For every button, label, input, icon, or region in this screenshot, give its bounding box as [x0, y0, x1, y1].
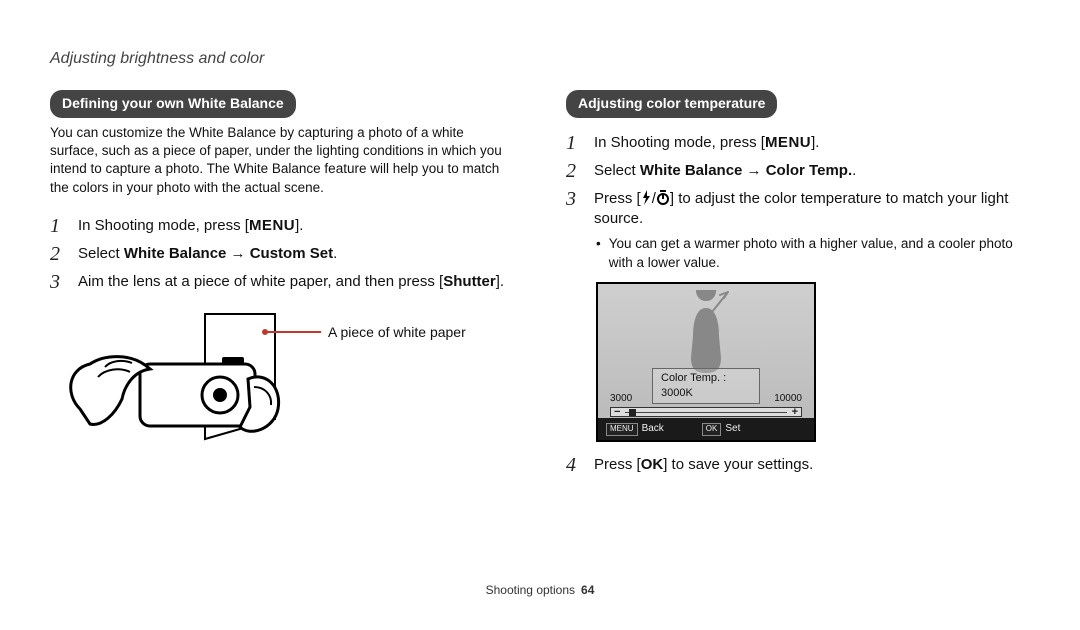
lcd-max: 10000 — [774, 392, 802, 406]
leader-line — [265, 331, 321, 333]
step-number: 3 — [566, 188, 584, 210]
lcd-min: 3000 — [610, 392, 632, 406]
text: Select — [78, 245, 124, 262]
illustration-svg — [50, 309, 290, 459]
step-body: In Shooting mode, press [MENU]. — [78, 215, 514, 236]
bold-text: White Balance → Custom Set — [124, 245, 333, 262]
text: In Shooting mode, press [ — [594, 134, 765, 151]
text: ]. — [811, 134, 819, 151]
text: . — [333, 245, 337, 262]
text: Select — [594, 162, 640, 179]
lcd-bar: − + — [610, 407, 802, 417]
step-number: 1 — [566, 132, 584, 154]
right-column: Adjusting color temperature 1 In Shootin… — [566, 90, 1030, 482]
lcd-track — [625, 412, 787, 413]
bullet-text: You can get a warmer photo with a higher… — [609, 235, 1030, 271]
intro-text: You can customize the White Balance by c… — [50, 124, 514, 197]
ok-tag-icon: OK — [702, 423, 722, 436]
text: ] to save your settings. — [663, 456, 813, 473]
lcd-back: MENU Back — [606, 422, 664, 436]
text: In Shooting mode, press [ — [78, 217, 249, 234]
text: Aim the lens at a piece of white paper, … — [78, 273, 443, 290]
step-body: Press [/] to adjust the color temperatur… — [594, 188, 1030, 230]
right-step-3: 3 Press [/] to adjust the color temperat… — [566, 188, 1030, 230]
silhouette-icon — [666, 290, 746, 374]
bold-text: Shutter — [443, 273, 496, 290]
page-number: 64 — [581, 583, 594, 597]
step-number: 2 — [566, 160, 584, 182]
step-number: 1 — [50, 215, 68, 237]
menu-icon: MENU — [249, 216, 295, 236]
right-step-4: 4 Press [OK] to save your settings. — [566, 454, 1030, 476]
lcd-set: OKSet — [702, 422, 741, 436]
text: Press [ — [594, 456, 641, 473]
text: . — [852, 162, 856, 179]
lcd-footer: MENU Back OKSet — [598, 418, 814, 440]
columns: Defining your own White Balance You can … — [50, 90, 1030, 482]
menu-icon: MENU — [765, 133, 811, 153]
lcd-ticks: 3000 10000 — [610, 392, 802, 406]
step-number: 2 — [50, 243, 68, 265]
text: Press [ — [594, 190, 641, 207]
pill-color-temp: Adjusting color temperature — [566, 90, 777, 118]
lcd-thumb — [629, 409, 636, 416]
step-body: Select White Balance → Color Temp.. — [594, 160, 1030, 181]
footer-section: Shooting options — [486, 583, 575, 597]
lcd-back-label: Back — [642, 423, 664, 434]
lcd-slider: 3000 10000 − + — [610, 392, 802, 418]
step-body: In Shooting mode, press [MENU]. — [594, 132, 1030, 153]
left-column: Defining your own White Balance You can … — [50, 90, 514, 482]
left-step-1: 1 In Shooting mode, press [MENU]. — [50, 215, 514, 237]
sub-bullet: • You can get a warmer photo with a high… — [596, 235, 1030, 271]
step-body: Aim the lens at a piece of white paper, … — [78, 271, 514, 292]
timer-icon — [656, 190, 670, 207]
menu-tag-icon: MENU — [606, 423, 638, 436]
flash-icon — [641, 190, 652, 207]
step-number: 3 — [50, 271, 68, 293]
ok-icon: OK — [641, 455, 664, 475]
bold-text: White Balance → Color Temp. — [640, 162, 852, 179]
lcd-set-label: Set — [725, 423, 740, 434]
page-header: Adjusting brightness and color — [50, 48, 264, 70]
lcd-preview: Color Temp. : 3000K 3000 10000 − + MENUB… — [596, 282, 816, 442]
right-step-2: 2 Select White Balance → Color Temp.. — [566, 160, 1030, 182]
illustration-hands-camera: A piece of white paper — [50, 305, 514, 465]
text: ]. — [496, 273, 504, 290]
step-number: 4 — [566, 454, 584, 476]
text: ]. — [295, 217, 303, 234]
step-body: Select White Balance → Custom Set. — [78, 243, 514, 264]
left-step-2: 2 Select White Balance → Custom Set. — [50, 243, 514, 265]
illustration-caption: A piece of white paper — [328, 323, 466, 342]
bullet-icon: • — [596, 235, 601, 271]
pill-define-wb: Defining your own White Balance — [50, 90, 296, 118]
page-footer: Shooting options 64 — [0, 582, 1080, 598]
left-step-3: 3 Aim the lens at a piece of white paper… — [50, 271, 514, 293]
step-body: Press [OK] to save your settings. — [594, 454, 1030, 475]
right-step-1: 1 In Shooting mode, press [MENU]. — [566, 132, 1030, 154]
